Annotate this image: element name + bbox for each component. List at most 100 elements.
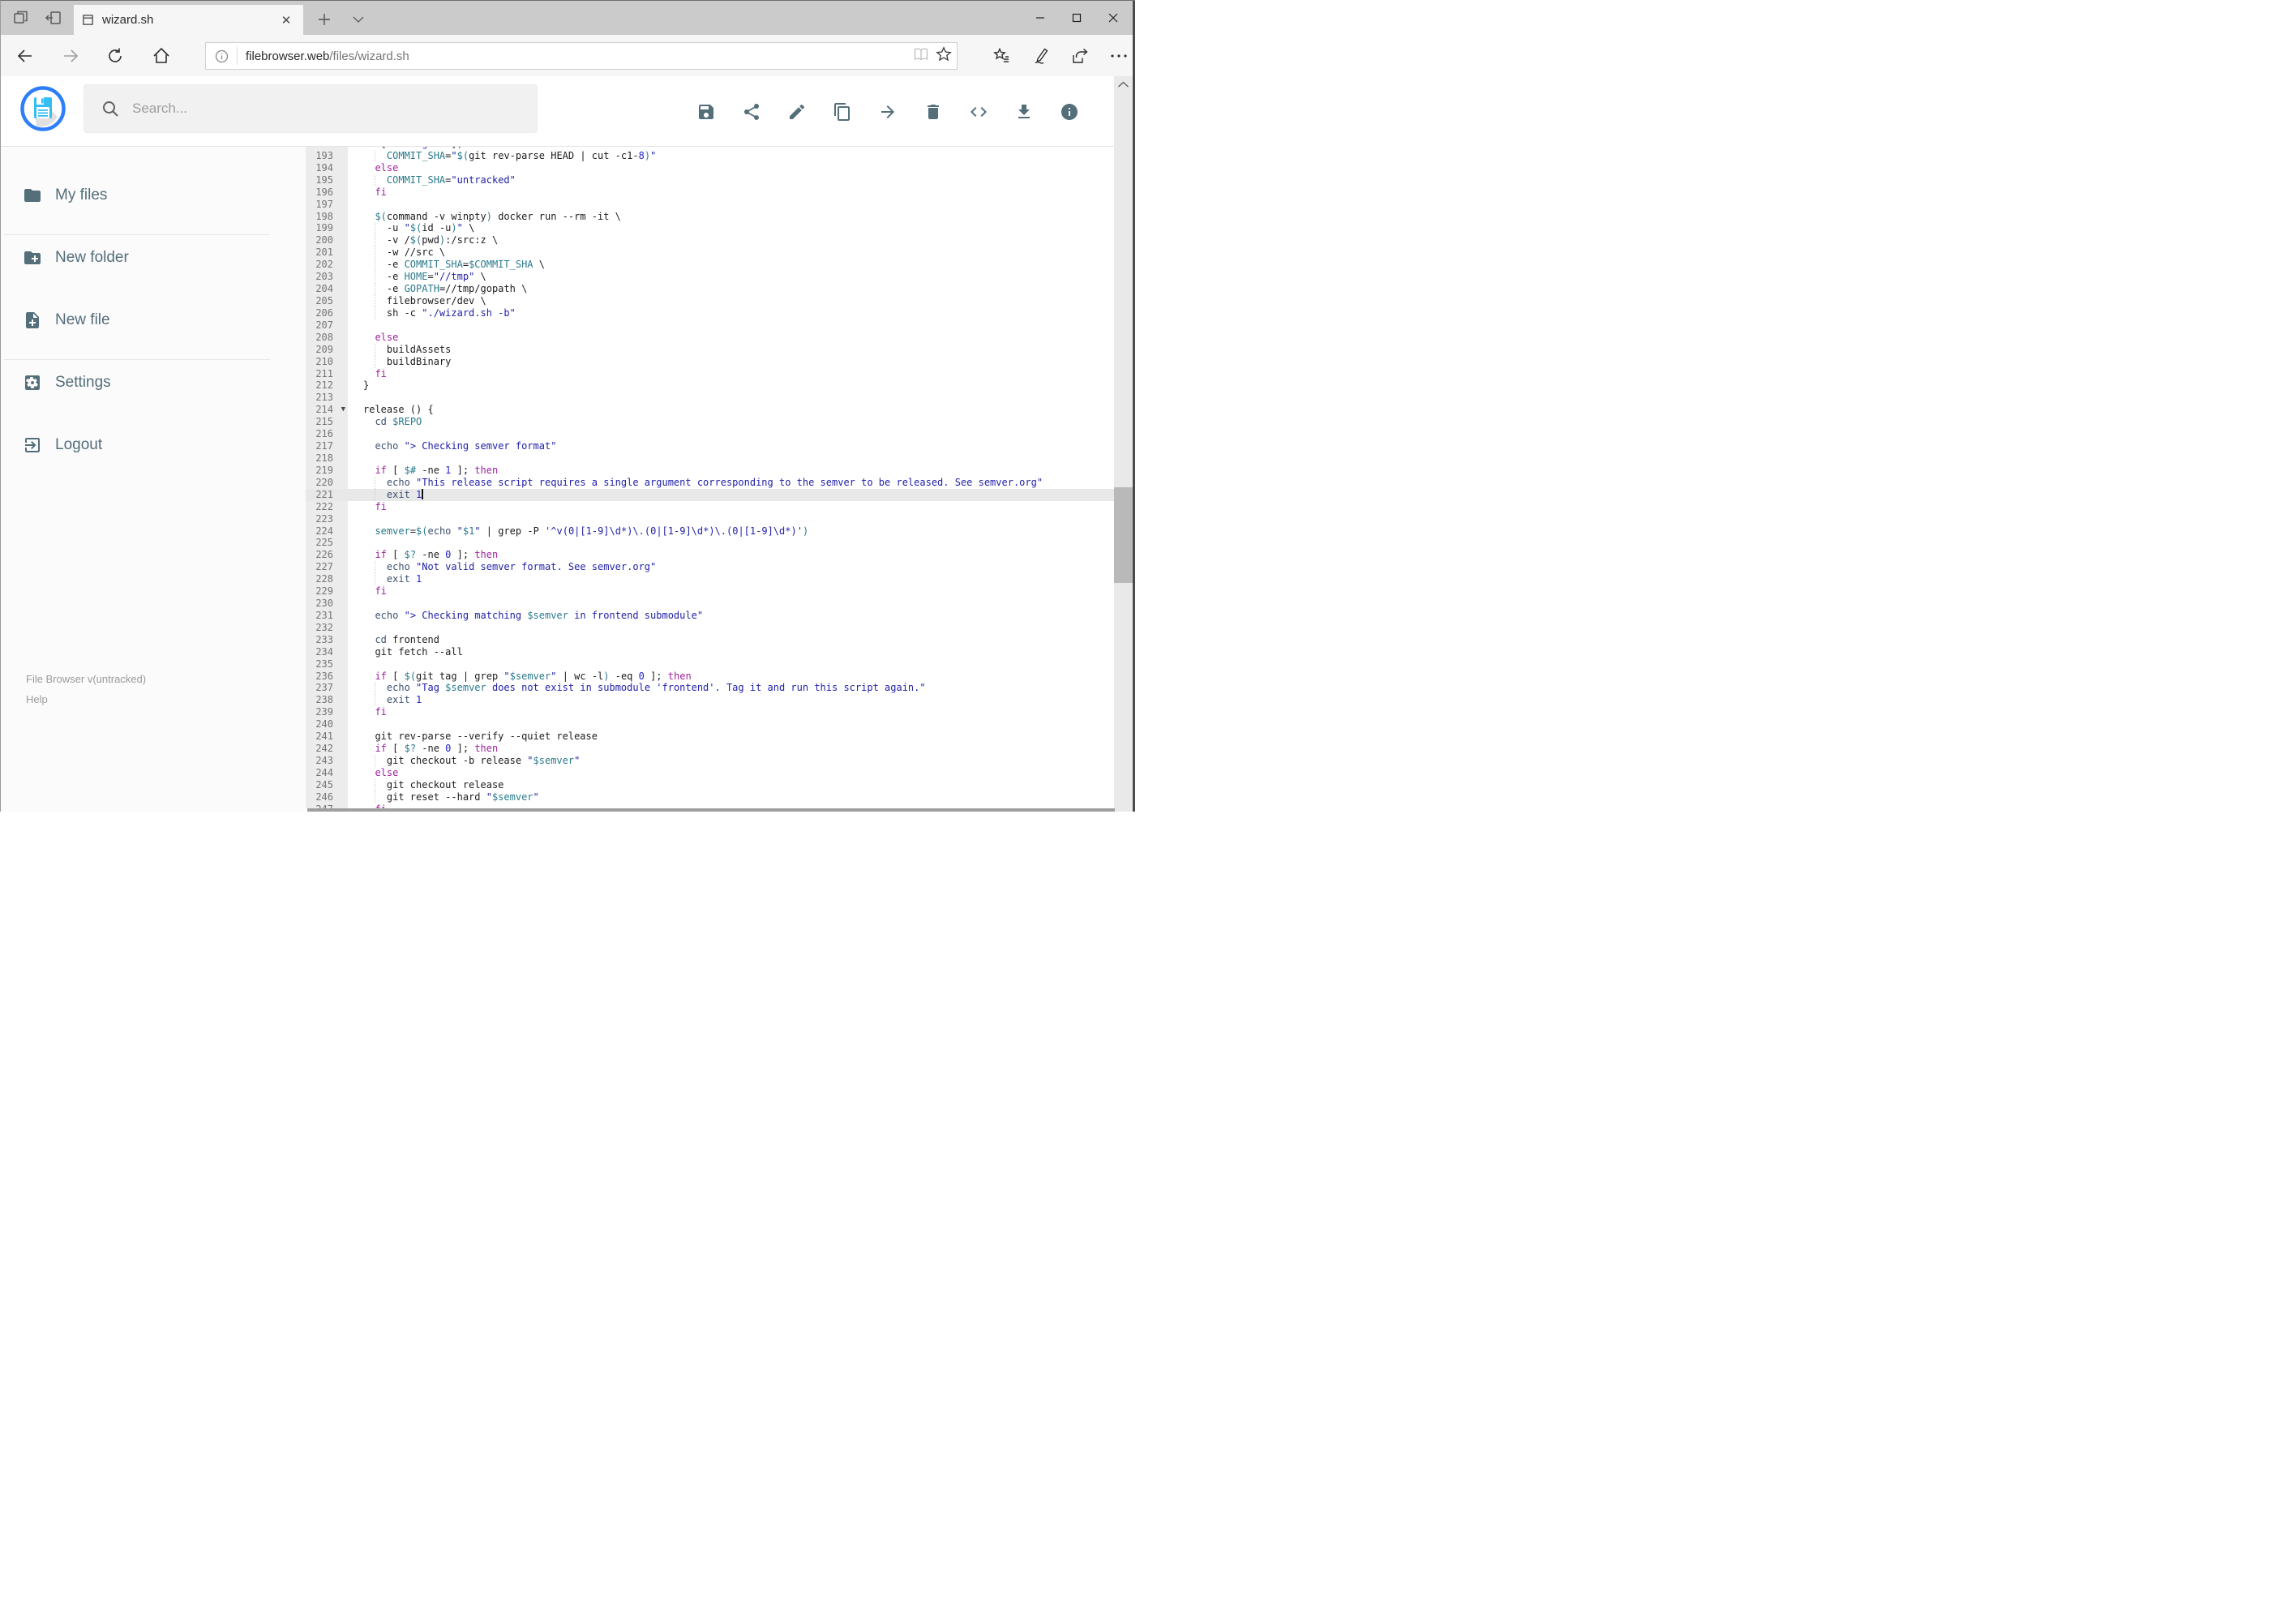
code-line[interactable]: fi <box>363 501 1109 513</box>
home-icon[interactable] <box>147 41 176 71</box>
code-line[interactable]: echo "Tag $semver does not exist in subm… <box>363 682 1109 695</box>
code-line[interactable]: sh -c "./wizard.sh -b" <box>363 306 1109 319</box>
code-line[interactable]: echo "> Checking matching $semver in fro… <box>363 610 1109 622</box>
scrollbar-thumb[interactable] <box>1114 487 1133 583</box>
fold-arrow-icon[interactable]: ▼ <box>341 404 345 416</box>
code-line[interactable]: else <box>363 162 1109 174</box>
tab-list-chevron-icon[interactable] <box>346 7 371 32</box>
new-tab-icon[interactable] <box>312 7 336 32</box>
forward-icon[interactable] <box>56 41 85 71</box>
maximize-icon[interactable] <box>1058 1 1095 35</box>
code-line[interactable]: echo "This release script requires a sin… <box>363 476 1109 489</box>
code-line[interactable] <box>363 199 1109 211</box>
code-line[interactable]: git rev-parse --verify --quiet release <box>363 731 1109 743</box>
code-line[interactable]: git checkout -b release "$semver" <box>363 755 1109 767</box>
code-line[interactable] <box>363 658 1109 671</box>
code-line[interactable]: } <box>363 379 1109 392</box>
code-line[interactable]: exit 1 <box>363 573 1109 586</box>
code-line[interactable]: fi <box>363 368 1109 380</box>
code-line[interactable] <box>363 718 1109 731</box>
code-line[interactable]: git checkout release <box>363 778 1109 791</box>
code-line[interactable]: else <box>363 332 1109 344</box>
code-line[interactable]: echo "> Checking semver format" <box>363 440 1109 452</box>
code-line[interactable]: filebrowser/dev \ <box>363 294 1109 307</box>
sidebar-item-new-folder[interactable]: New folder <box>1 235 306 281</box>
code-editor[interactable]: 1921931941951961971981992002012022032042… <box>306 147 1115 808</box>
code-line[interactable] <box>363 622 1109 634</box>
code-line[interactable]: -e GOPATH=//tmp/gopath \ <box>363 283 1109 295</box>
code-line[interactable] <box>363 537 1109 549</box>
browser-tab[interactable]: wizard.sh ✕ <box>74 5 303 35</box>
code-line[interactable]: -v /$(pwd):/src:z \ <box>363 234 1109 247</box>
code-line[interactable]: exit 1 <box>363 488 1109 501</box>
tab-preview-icon[interactable] <box>11 7 32 28</box>
url-text[interactable]: filebrowser.web/files/wizard.sh <box>246 49 913 63</box>
code-line[interactable]: -e HOME="//tmp" \ <box>363 271 1109 284</box>
code-line[interactable] <box>363 392 1109 404</box>
copy-button[interactable] <box>833 102 852 122</box>
code-line[interactable]: -w //src \ <box>363 246 1109 259</box>
more-ellipsis-icon[interactable] <box>1108 45 1129 66</box>
minimize-icon[interactable] <box>1022 1 1058 35</box>
code-line[interactable] <box>363 598 1109 610</box>
code-line[interactable]: buildAssets <box>363 343 1109 356</box>
set-tabs-aside-icon[interactable] <box>43 7 64 28</box>
code-line[interactable]: release () { <box>363 404 1109 416</box>
vertical-scrollbar[interactable] <box>1114 76 1133 812</box>
sidebar-item-logout[interactable]: Logout <box>1 422 306 468</box>
download-button[interactable] <box>1014 102 1034 122</box>
horizontal-scrollbar[interactable] <box>307 808 1115 812</box>
search-input[interactable] <box>132 101 489 117</box>
code-line[interactable] <box>363 452 1109 465</box>
close-window-icon[interactable] <box>1095 1 1131 35</box>
code-line[interactable]: COMMIT_SHA="$(git rev-parse HEAD | cut -… <box>363 149 1109 162</box>
code-line[interactable]: else <box>363 767 1109 779</box>
share-button[interactable] <box>742 102 761 122</box>
code-line[interactable]: if [ $? -ne 0 ]; then <box>363 743 1109 755</box>
code-line[interactable] <box>363 319 1109 332</box>
code-line[interactable]: -u "$(id -u)" \ <box>363 222 1109 235</box>
annotate-pen-icon[interactable] <box>1031 45 1052 66</box>
code-line[interactable]: COMMIT_SHA="untracked" <box>363 174 1109 186</box>
reading-view-icon[interactable] <box>913 47 929 66</box>
sidebar-item-new-file[interactable]: New file <box>1 298 306 343</box>
refresh-icon[interactable] <box>101 41 130 71</box>
back-icon[interactable] <box>11 41 40 71</box>
code-line[interactable]: echo "Not valid semver format. See semve… <box>363 561 1109 574</box>
filebrowser-logo[interactable] <box>20 86 66 131</box>
raw-code-button[interactable] <box>969 102 988 122</box>
code-line[interactable]: -e COMMIT_SHA=$COMMIT_SHA \ <box>363 259 1109 272</box>
code-line[interactable]: semver=$(echo "$1" | grep -P '^v(0|[1-9]… <box>363 525 1109 538</box>
code-line[interactable]: exit 1 <box>363 694 1109 707</box>
code-line[interactable]: if [ $? -ne 0 ]; then <box>363 549 1109 561</box>
code-line[interactable]: if [ $# -ne 1 ]; then <box>363 465 1109 477</box>
code-line[interactable]: fi <box>363 706 1109 718</box>
code-line[interactable] <box>363 513 1109 525</box>
code-line[interactable]: if [ $(git tag | grep "$semver" | wc -l)… <box>363 671 1109 683</box>
code-line[interactable]: fi <box>363 186 1109 199</box>
delete-button[interactable] <box>923 102 943 122</box>
info-button[interactable] <box>1060 102 1079 122</box>
rename-button[interactable] <box>787 102 807 122</box>
move-button[interactable] <box>878 102 898 122</box>
code-line[interactable]: git reset --hard "$semver" <box>363 791 1109 803</box>
sidebar-item-my-files[interactable]: My files <box>1 173 306 218</box>
share-icon[interactable] <box>1069 45 1091 66</box>
code-line[interactable]: git fetch --all <box>363 646 1109 658</box>
code-line[interactable]: buildBinary <box>363 355 1109 368</box>
sidebar-item-settings[interactable]: Settings <box>1 360 306 405</box>
code-line[interactable]: $(command -v winpty) docker run --rm -it… <box>363 211 1109 223</box>
address-bar[interactable]: filebrowser.web/files/wizard.sh <box>205 42 958 70</box>
help-link[interactable]: Help <box>26 693 48 705</box>
save-button[interactable] <box>696 102 716 122</box>
hub-icon[interactable] <box>992 45 1013 66</box>
code-line[interactable]: fi <box>363 585 1109 598</box>
scroll-up-icon[interactable] <box>1117 81 1129 88</box>
site-info-icon[interactable] <box>206 49 237 63</box>
search-box[interactable] <box>84 84 538 133</box>
code-line[interactable] <box>363 428 1109 440</box>
close-tab-icon[interactable]: ✕ <box>277 13 295 28</box>
code-line[interactable]: cd frontend <box>363 634 1109 646</box>
code-line[interactable]: cd $REPO <box>363 416 1109 428</box>
favorite-star-icon[interactable] <box>936 45 952 66</box>
